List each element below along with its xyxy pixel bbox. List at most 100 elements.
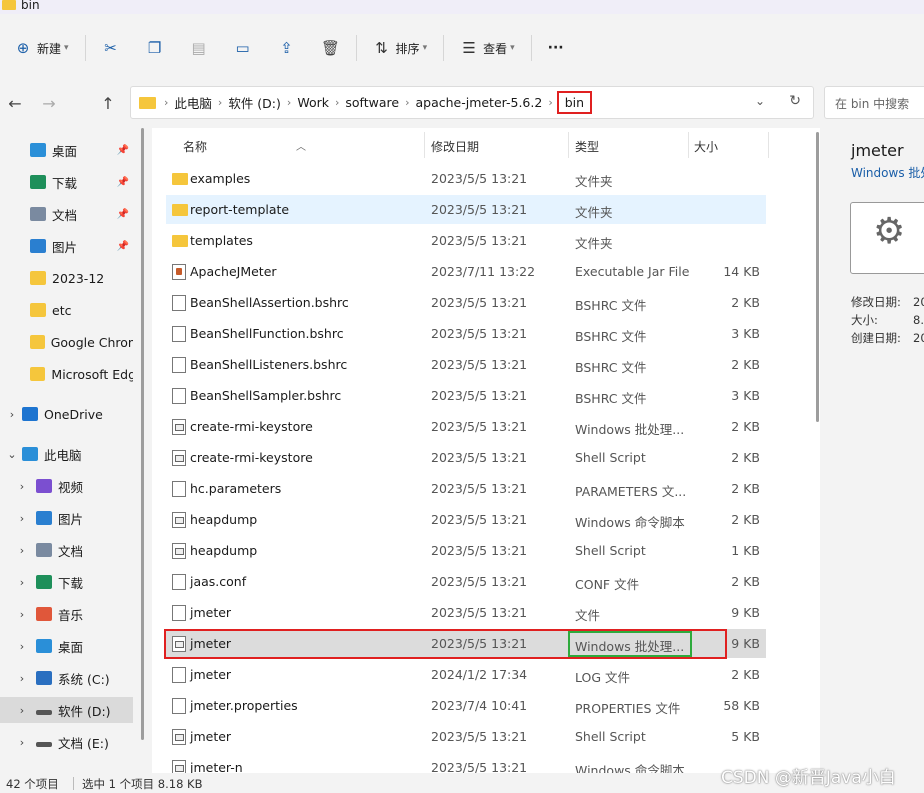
chevron-right-icon[interactable]: › <box>14 704 30 717</box>
sidebar-item-label: 2023-12 <box>52 270 105 286</box>
sidebar-item[interactable]: etc <box>0 297 133 323</box>
file-row[interactable]: jmeter 2023/5/5 13:21 Shell Script 5 KB <box>166 722 766 751</box>
new-button[interactable]: ⊕ 新建 ▾ <box>8 32 75 64</box>
chevron-right-icon[interactable]: › <box>14 512 30 525</box>
share-button[interactable]: ⇪ <box>272 32 302 64</box>
sidebar-item[interactable]: 2023-12 <box>0 265 133 291</box>
file-row[interactable]: BeanShellFunction.bshrc 2023/5/5 13:21 BSH… <box>166 319 766 348</box>
chevron-right-icon[interactable]: › <box>14 544 30 557</box>
file-row[interactable]: create-rmi-keystore 2023/5/5 13:21 Windows… <box>166 412 766 441</box>
file-row[interactable]: jmeter-n 2023/5/5 13:21 Windows 命令脚本 <box>166 753 766 773</box>
sidebar-item[interactable]: › 音乐 <box>0 601 133 627</box>
back-arrow-icon[interactable]: ← <box>6 94 24 113</box>
file-row[interactable]: templates 2023/5/5 13:21 文件夹 <box>166 226 766 255</box>
sidebar-item[interactable]: › 文档 (E:) <box>0 729 133 755</box>
file-type: PROPERTIES 文件 <box>575 701 681 716</box>
file-row[interactable]: BeanShellSampler.bshrc 2023/5/5 13:21 BSHR… <box>166 381 766 410</box>
file-row[interactable]: jmeter 2023/5/5 13:21 文件 9 KB <box>166 598 766 627</box>
sidebar-item[interactable]: › 文档 <box>0 537 133 563</box>
file-row[interactable]: BeanShellAssertion.bshrc 2023/5/5 13:21 BS… <box>166 288 766 317</box>
rename-button[interactable]: ▭ <box>228 32 258 64</box>
sidebar-item[interactable]: ⌄ 此电脑 <box>0 441 133 467</box>
delete-button[interactable]: 🗑 <box>316 32 346 64</box>
sidebar-item-label: 此电脑 <box>44 447 82 463</box>
sidebar-item[interactable]: › 软件 (D:) <box>0 697 133 723</box>
column-type[interactable]: 类型 <box>575 138 599 155</box>
video-icon <box>36 479 52 493</box>
file-row[interactable]: ApacheJMeter 2023/7/11 13:22 Executable Ja… <box>166 257 766 286</box>
file-size: 2 KB <box>731 419 760 434</box>
file-row[interactable]: heapdump 2023/5/5 13:21 Windows 命令脚本 2 KB <box>166 505 766 534</box>
chevron-right-icon[interactable]: › <box>14 480 30 493</box>
window-title: bin <box>21 0 40 12</box>
column-date[interactable]: 修改日期 <box>431 138 479 155</box>
breadcrumb-this-pc[interactable]: 此电脑 <box>174 93 212 112</box>
paste-button[interactable]: ▤ <box>184 32 214 64</box>
copy-button[interactable]: ❐ <box>140 32 170 64</box>
sidebar-item[interactable]: Google Chrom <box>0 329 133 355</box>
breadcrumb-jmeter[interactable]: apache-jmeter-5.6.2 <box>415 95 542 110</box>
breadcrumb-software[interactable]: software <box>345 95 399 110</box>
file-row[interactable]: jmeter.properties 2023/7/4 10:41 PROPERTIE… <box>166 691 766 720</box>
file-row[interactable]: report-template 2023/5/5 13:21 文件夹 <box>166 195 766 224</box>
sidebar-item[interactable]: › 系统 (C:) <box>0 665 133 691</box>
up-arrow-icon[interactable]: ↑ <box>99 94 117 113</box>
sidebar-item[interactable]: › 桌面 <box>0 633 133 659</box>
chevron-right-icon[interactable]: › <box>14 576 30 589</box>
file-date: 2023/5/5 13:21 <box>431 543 528 558</box>
chevron-right-icon[interactable]: › <box>14 608 30 621</box>
file-name: create-rmi-keystore <box>190 450 313 465</box>
file-row[interactable]: BeanShellListeners.bshrc 2023/5/5 13:21 BS… <box>166 350 766 379</box>
forward-arrow-icon[interactable]: → <box>40 94 58 113</box>
file-list-scrollbar[interactable] <box>816 132 819 422</box>
chevron-down-icon: ▾ <box>64 43 69 53</box>
file-row[interactable]: heapdump 2023/5/5 13:21 Shell Script 1 KB <box>166 536 766 565</box>
file-row[interactable]: examples 2023/5/5 13:21 文件夹 <box>166 164 766 193</box>
file-type: PARAMETERS 文... <box>575 484 687 499</box>
search-input[interactable]: 在 bin 中搜索 <box>824 86 924 119</box>
sort-label: 排序 <box>395 41 420 56</box>
file-name: report-template <box>190 202 290 217</box>
sidebar-scrollbar[interactable] <box>141 128 145 768</box>
file-row[interactable]: create-rmi-keystore 2023/5/5 13:21 Shell S… <box>166 443 766 472</box>
sidebar-item[interactable]: › 视频 <box>0 473 133 499</box>
sidebar-item[interactable]: 下载 📌 <box>0 169 133 195</box>
breadcrumb-work[interactable]: Work <box>297 95 329 110</box>
view-button[interactable]: ☰ 查看 ▾ <box>454 32 521 64</box>
chevron-right-icon[interactable]: › <box>4 408 20 421</box>
file-row[interactable]: jmeter 2024/1/2 17:34 LOG 文件 2 KB <box>166 660 766 689</box>
sort-button[interactable]: ⇅ 排序 ▾ <box>367 32 434 64</box>
file-date: 2023/5/5 13:21 <box>431 233 528 248</box>
column-name[interactable]: 名称 <box>183 138 207 155</box>
file-type: Shell Script <box>575 543 646 558</box>
more-options-button[interactable]: ··· <box>542 32 570 64</box>
chevron-right-icon[interactable]: › <box>14 736 30 749</box>
file-row[interactable]: jaas.conf 2023/5/5 13:21 CONF 文件 2 KB <box>166 567 766 596</box>
sidebar-item[interactable]: Microsoft Edg <box>0 361 133 387</box>
sidebar-item[interactable]: › OneDrive <box>0 401 133 427</box>
details-title: jmeter <box>851 141 904 160</box>
sidebar-item[interactable]: 图片 📌 <box>0 233 133 259</box>
sidebar-item[interactable]: 文档 📌 <box>0 201 133 227</box>
file-type: Shell Script <box>575 450 646 465</box>
chevron-right-icon[interactable]: › <box>14 672 30 685</box>
sidebar-item-label: 桌面 <box>58 639 84 655</box>
script-file-icon <box>172 543 186 559</box>
breadcrumb-drive-d[interactable]: 软件 (D:) <box>228 93 281 112</box>
folder-icon <box>172 235 188 247</box>
sidebar-item[interactable]: 桌面 📌 <box>0 137 133 163</box>
chevron-down-icon[interactable]: ⌄ <box>755 94 765 108</box>
file-row[interactable]: hc.parameters 2023/5/5 13:21 PARAMETERS 文.… <box>166 474 766 503</box>
sidebar-item[interactable]: › 下载 <box>0 569 133 595</box>
file-name: create-rmi-keystore <box>190 419 313 434</box>
chevron-right-icon[interactable]: › <box>14 640 30 653</box>
more-icon: ··· <box>547 40 564 56</box>
column-size[interactable]: 大小 <box>694 138 718 155</box>
toolbar-divider <box>84 35 86 61</box>
address-bar[interactable]: › 此电脑 › 软件 (D:) › Work › software › apac… <box>130 86 814 119</box>
cut-button[interactable]: ✂ <box>96 32 126 64</box>
chevron-down-icon[interactable]: ⌄ <box>4 448 20 461</box>
sidebar-item[interactable]: › 图片 <box>0 505 133 531</box>
breadcrumb-current-bin[interactable]: bin <box>556 91 593 114</box>
refresh-icon[interactable]: ↻ <box>789 93 801 109</box>
